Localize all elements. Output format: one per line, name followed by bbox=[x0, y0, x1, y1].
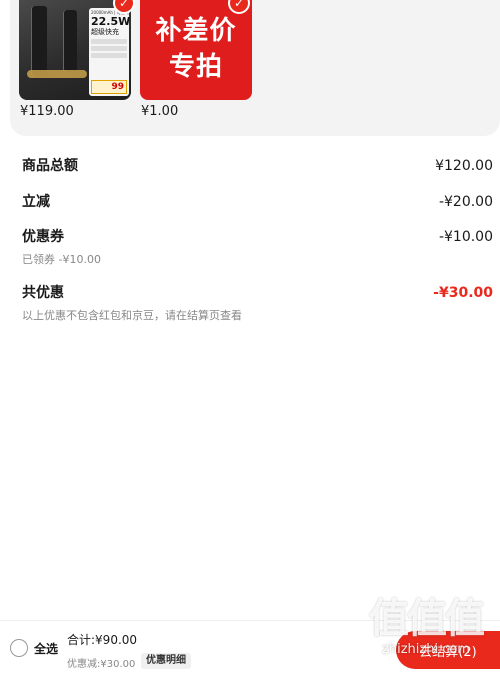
product-spec-panel: 20000mAh | 可上飞机 22.5W 超级快充 99 bbox=[89, 8, 131, 96]
coupon-label: 优惠券 bbox=[22, 229, 64, 245]
summary-row-discount: 共优惠 -¥30.00 bbox=[22, 282, 493, 302]
coupon-value: -¥10.00 bbox=[438, 229, 493, 245]
powerbank-image-2 bbox=[63, 10, 77, 72]
summary-row-instant: 立减 -¥20.00 bbox=[22, 191, 493, 211]
discount-value: -¥30.00 bbox=[433, 285, 493, 301]
product-price: ¥1.00 bbox=[141, 104, 179, 119]
cart-page: 20000mAh | 可上飞机 22.5W 超级快充 99 ✓ 补差价 专拍 ✓… bbox=[0, 0, 500, 679]
checkout-button[interactable]: 去结算(2) bbox=[396, 631, 500, 669]
instant-label: 立减 bbox=[22, 194, 50, 210]
product-thumbnail-powerbank[interactable]: 20000mAh | 可上飞机 22.5W 超级快充 99 bbox=[19, 0, 131, 100]
spec-tag bbox=[91, 53, 127, 58]
total-amount: 合计:¥90.00 bbox=[67, 633, 138, 647]
powerbank-image bbox=[31, 6, 47, 76]
products-card: 20000mAh | 可上飞机 22.5W 超级快充 99 ✓ 补差价 专拍 ✓… bbox=[10, 0, 500, 136]
product-stand bbox=[27, 70, 87, 78]
promo-line-2: 专拍 bbox=[168, 52, 223, 82]
spec-tag bbox=[91, 46, 127, 51]
product-thumbnail-price-diff[interactable]: 补差价 专拍 bbox=[140, 0, 252, 100]
total-value: ¥120.00 bbox=[435, 158, 493, 174]
product-price: ¥119.00 bbox=[20, 104, 74, 119]
total-label: 商品总额 bbox=[22, 158, 78, 174]
select-all-radio[interactable] bbox=[10, 639, 28, 657]
summary-row-total: 商品总额 ¥120.00 bbox=[22, 155, 493, 175]
summary-row-coupon[interactable]: 优惠券 -¥10.00 bbox=[22, 226, 493, 246]
discount-label: 共优惠 bbox=[22, 285, 64, 301]
select-all-label[interactable]: 全选 bbox=[34, 640, 58, 657]
spec-promo-price: 99 bbox=[91, 80, 127, 94]
coupon-note: 已领券 -¥10.00 bbox=[22, 253, 101, 266]
discount-amount: 优惠减:¥30.00 bbox=[67, 659, 136, 670]
checkout-bar: 全选 合计:¥90.00 优惠减:¥30.00 优惠明细 去结算(2) bbox=[0, 620, 500, 679]
spec-tag bbox=[91, 39, 127, 44]
promo-line-1: 补差价 bbox=[155, 16, 237, 46]
instant-value: -¥20.00 bbox=[438, 194, 493, 210]
spec-fast-charge: 超级快充 bbox=[91, 28, 119, 36]
spec-power: 22.5W bbox=[91, 15, 131, 28]
discount-note: 以上优惠不包含红包和京豆，请在结算页查看 bbox=[22, 309, 242, 322]
discount-detail-button[interactable]: 优惠明细 bbox=[141, 653, 191, 669]
